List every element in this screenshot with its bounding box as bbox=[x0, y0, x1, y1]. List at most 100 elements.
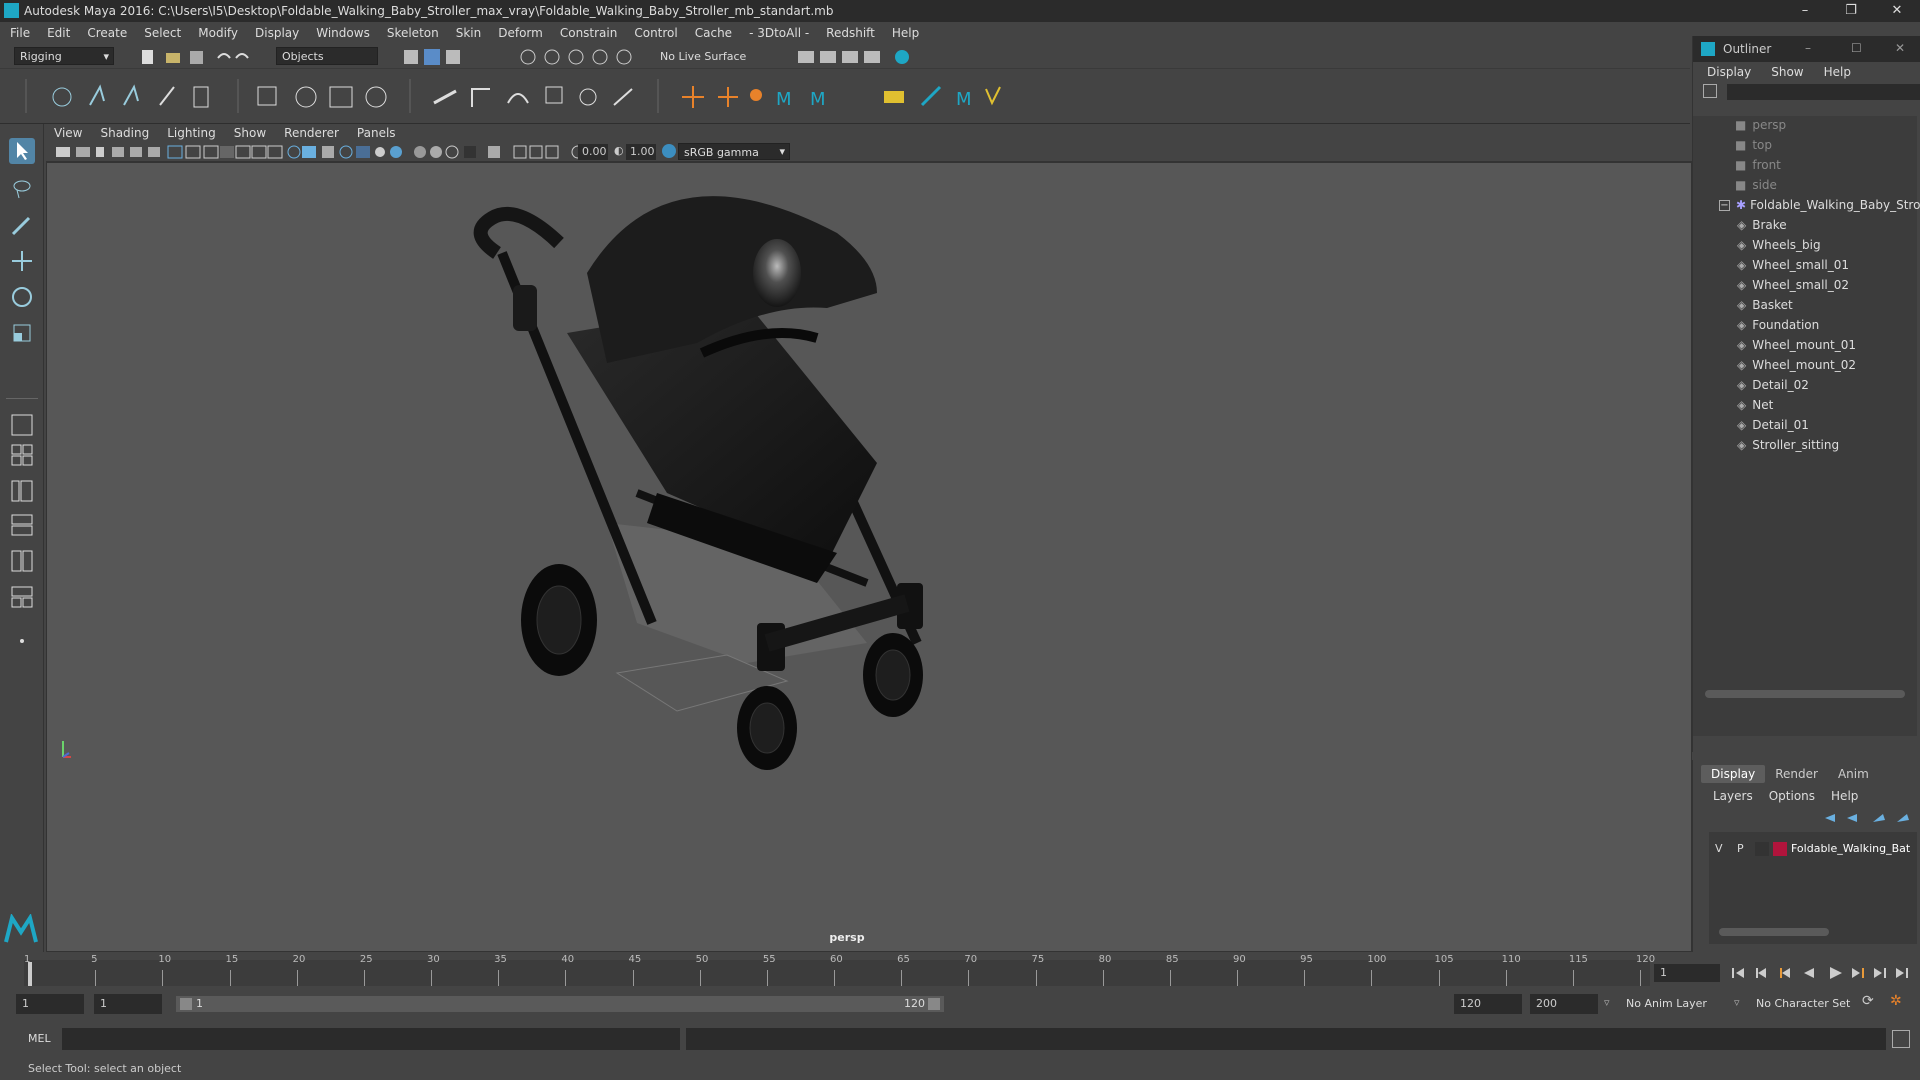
range-end-handle[interactable] bbox=[928, 998, 940, 1010]
single-view-layout-icon[interactable] bbox=[9, 412, 35, 438]
menu-select[interactable]: Select bbox=[144, 26, 181, 40]
layer-playback-toggle[interactable]: P bbox=[1737, 842, 1744, 855]
gamma-field[interactable]: 1.00 bbox=[626, 144, 656, 160]
outliner-maximize-button[interactable]: ☐ bbox=[1851, 41, 1862, 55]
scale-tool-icon[interactable] bbox=[9, 320, 35, 346]
layer-type-toggle[interactable] bbox=[1755, 842, 1769, 856]
more-layouts-icon[interactable] bbox=[9, 628, 35, 654]
tab-anim[interactable]: Anim bbox=[1828, 765, 1879, 783]
menu-create[interactable]: Create bbox=[87, 26, 127, 40]
menu-skin[interactable]: Skin bbox=[456, 26, 482, 40]
layer-color-swatch[interactable] bbox=[1773, 842, 1787, 856]
auto-key-icon[interactable]: ⟳ bbox=[1862, 993, 1874, 1009]
outliner-minimize-button[interactable]: – bbox=[1805, 41, 1811, 55]
layer-menu-layers[interactable]: Layers bbox=[1713, 789, 1753, 803]
outliner-item-wheels-big[interactable]: ◈ Wheels_big bbox=[1737, 236, 1821, 254]
minimize-button[interactable]: – bbox=[1782, 0, 1828, 22]
current-time-marker[interactable] bbox=[28, 962, 32, 986]
tab-render[interactable]: Render bbox=[1765, 765, 1828, 783]
collapse-icon[interactable]: − bbox=[1719, 199, 1730, 211]
outliner-item-persp[interactable]: ■ persp bbox=[1735, 116, 1786, 134]
vp-menu-shading[interactable]: Shading bbox=[100, 126, 149, 140]
move-tool-icon[interactable] bbox=[9, 248, 35, 274]
layer-horizontal-scrollbar[interactable] bbox=[1719, 928, 1829, 936]
outliner-filter-icon[interactable] bbox=[1703, 84, 1717, 98]
persp-outliner-layout-icon[interactable] bbox=[9, 478, 35, 504]
outliner-item-wheel-small-01[interactable]: ◈ Wheel_small_01 bbox=[1737, 256, 1849, 274]
outliner-close-button[interactable]: ✕ bbox=[1895, 41, 1905, 55]
playback-end-field[interactable]: 120 bbox=[1454, 994, 1522, 1014]
character-set-dropdown[interactable]: No Character Set bbox=[1756, 997, 1850, 1010]
menu-control[interactable]: Control bbox=[634, 26, 677, 40]
menu-modify[interactable]: Modify bbox=[198, 26, 238, 40]
menu-edit[interactable]: Edit bbox=[47, 26, 70, 40]
anim-layer-dropdown[interactable]: No Anim Layer bbox=[1626, 997, 1707, 1010]
outliner-search-input[interactable] bbox=[1727, 84, 1920, 100]
outliner-item-foundation[interactable]: ◈ Foundation bbox=[1737, 316, 1819, 334]
outliner-horizontal-scrollbar[interactable] bbox=[1705, 690, 1905, 698]
menu-constrain[interactable]: Constrain bbox=[560, 26, 618, 40]
hypershade-layout-icon[interactable] bbox=[9, 548, 35, 574]
close-button[interactable]: ✕ bbox=[1874, 0, 1920, 22]
persp-graph-layout-icon[interactable] bbox=[9, 512, 35, 538]
outliner-menu-help[interactable]: Help bbox=[1824, 65, 1851, 79]
scene-end-field[interactable]: 200 bbox=[1530, 994, 1598, 1014]
range-start-handle[interactable] bbox=[180, 998, 192, 1010]
outliner-item-detail-01[interactable]: ◈ Detail_01 bbox=[1737, 416, 1809, 434]
script-editor-icon[interactable] bbox=[1892, 1030, 1910, 1048]
lasso-tool-icon[interactable] bbox=[9, 176, 35, 202]
menuset-dropdown[interactable]: Rigging ▾ bbox=[14, 47, 114, 65]
outliner-item-stroller-sitting[interactable]: ◈ Stroller_sitting bbox=[1737, 436, 1839, 454]
current-frame-field[interactable]: 1 bbox=[1654, 964, 1720, 982]
outliner-item-net[interactable]: ◈ Net bbox=[1737, 396, 1773, 414]
vp-menu-lighting[interactable]: Lighting bbox=[167, 126, 216, 140]
menu-deform[interactable]: Deform bbox=[498, 26, 543, 40]
outliner-item-side[interactable]: ■ side bbox=[1735, 176, 1777, 194]
menu-redshift[interactable]: Redshift bbox=[826, 26, 875, 40]
playback-start-field[interactable]: 1 bbox=[94, 994, 162, 1014]
outliner-item-wheel-mount-01[interactable]: ◈ Wheel_mount_01 bbox=[1737, 336, 1856, 354]
paint-select-tool-icon[interactable] bbox=[9, 212, 35, 238]
layer-menu-help[interactable]: Help bbox=[1831, 789, 1858, 803]
colorspace-dropdown[interactable]: sRGB gamma ▾ bbox=[678, 143, 790, 160]
outliner-item-basket[interactable]: ◈ Basket bbox=[1737, 296, 1793, 314]
outliner-item-wheel-mount-02[interactable]: ◈ Wheel_mount_02 bbox=[1737, 356, 1856, 374]
menu-display[interactable]: Display bbox=[255, 26, 299, 40]
persp-viewport[interactable]: persp bbox=[46, 162, 1692, 952]
tab-display[interactable]: Display bbox=[1701, 765, 1766, 783]
outliner-item-detail-02[interactable]: ◈ Detail_02 bbox=[1737, 376, 1809, 394]
mel-label[interactable]: MEL bbox=[28, 1032, 51, 1045]
outliner-item-brake[interactable]: ◈ Brake bbox=[1737, 216, 1787, 234]
vp-menu-renderer[interactable]: Renderer bbox=[284, 126, 339, 140]
menu-windows[interactable]: Windows bbox=[316, 26, 370, 40]
select-tool-icon[interactable] bbox=[9, 138, 35, 164]
menu-cache[interactable]: Cache bbox=[695, 26, 732, 40]
range-slider-bar[interactable]: 1 120 bbox=[176, 996, 944, 1012]
exposure-field[interactable]: 0.00 bbox=[578, 144, 608, 160]
scene-start-field[interactable]: 1 bbox=[16, 994, 84, 1014]
vp-menu-panels[interactable]: Panels bbox=[357, 126, 396, 140]
menu-file[interactable]: File bbox=[10, 26, 30, 40]
outliner-item-root[interactable]: − ✱ Foldable_Walking_Baby_Stro bbox=[1719, 196, 1920, 214]
menu-3dtoall[interactable]: - 3DtoAll - bbox=[749, 26, 809, 40]
rotate-tool-icon[interactable] bbox=[9, 284, 35, 310]
outliner-item-front[interactable]: ■ front bbox=[1735, 156, 1781, 174]
render-layout-icon[interactable] bbox=[9, 584, 35, 610]
vp-menu-view[interactable]: View bbox=[54, 126, 82, 140]
selection-mode-dropdown[interactable]: Objects bbox=[276, 47, 378, 65]
color-management-icon[interactable] bbox=[662, 144, 676, 158]
vp-menu-show[interactable]: Show bbox=[234, 126, 266, 140]
restore-button[interactable]: ❐ bbox=[1828, 0, 1874, 22]
menu-skeleton[interactable]: Skeleton bbox=[387, 26, 439, 40]
outliner-item-top[interactable]: ■ top bbox=[1735, 136, 1772, 154]
menu-help[interactable]: Help bbox=[892, 26, 919, 40]
time-ruler[interactable]: 1 5 10 15 20 25 30 35 40 45 50 55 60 65 70 75 80 85 90 95 10… bbox=[24, 954, 1655, 986]
four-view-layout-icon[interactable] bbox=[9, 442, 35, 468]
outliner-menu-display[interactable]: Display bbox=[1707, 65, 1751, 79]
outliner-menu-show[interactable]: Show bbox=[1771, 65, 1803, 79]
layer-menu-options[interactable]: Options bbox=[1769, 789, 1815, 803]
layer-visibility-toggle[interactable]: V bbox=[1715, 842, 1723, 855]
outliner-item-wheel-small-02[interactable]: ◈ Wheel_small_02 bbox=[1737, 276, 1849, 294]
time-slider[interactable]: 1 5 10 15 20 25 30 35 40 45 50 55 60 65 70 75 80 85 90 95 10… bbox=[0, 952, 1920, 988]
anim-preferences-icon[interactable]: ✲ bbox=[1890, 993, 1902, 1009]
